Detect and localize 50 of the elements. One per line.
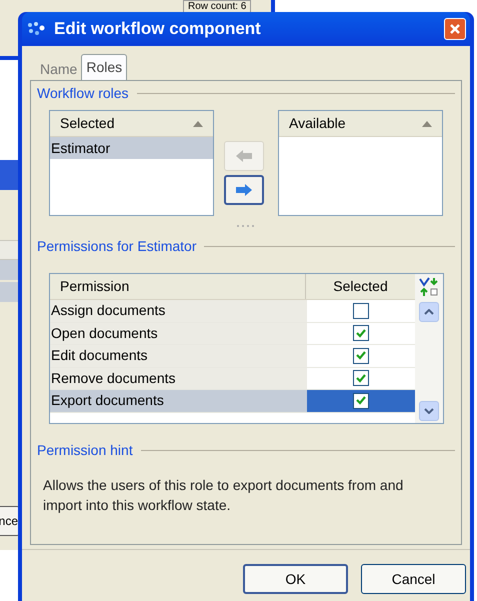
tab[interactable]: Roles [81, 54, 128, 80]
checkbox[interactable] [353, 348, 369, 364]
left-arrow-icon [234, 148, 254, 164]
table-row[interactable]: Open documents [50, 322, 415, 345]
splitter-handle[interactable] [236, 224, 256, 228]
table-row[interactable]: Remove documents [50, 368, 415, 390]
close-icon [450, 24, 460, 34]
right-arrow-icon [234, 182, 254, 198]
hint-text: Allows the users of this role to export documents from and import into this workflow state. [43, 476, 404, 515]
table-cell: Assign documents [50, 300, 307, 322]
checkbox[interactable] [353, 392, 369, 409]
column-title: Available [289, 114, 346, 133]
table-cell: Remove documents [50, 368, 307, 389]
dots-icon [26, 21, 46, 37]
list-header[interactable]: Available [279, 111, 442, 137]
check-icon [356, 396, 366, 406]
table-row[interactable]: Export documents [50, 390, 415, 412]
check-icon [356, 328, 366, 338]
checkbox[interactable] [353, 302, 369, 319]
close-button[interactable] [444, 18, 466, 40]
dialog-button[interactable]: Cancel [361, 564, 466, 594]
table-cell: Export documents [50, 390, 307, 412]
scroll-up-button[interactable] [419, 302, 439, 322]
row-count-label: Row count: 6 [183, 0, 252, 13]
checkbox[interactable] [353, 325, 369, 342]
table-cell: Edit documents [50, 345, 307, 366]
sort-arrow-icon [193, 120, 203, 126]
chevron-down-icon [424, 408, 434, 414]
section-title: Workflow roles [37, 84, 129, 103]
sort-arrow-icon [422, 120, 432, 126]
column-header[interactable]: Permission [50, 274, 306, 299]
chevron-up-icon [424, 309, 434, 315]
list-item[interactable]: Estimator [50, 137, 213, 159]
window-title: Edit workflow component [54, 18, 262, 40]
tab[interactable]: Name [36, 58, 82, 80]
table-row[interactable]: Edit documents [50, 345, 415, 368]
list-header[interactable]: Selected [50, 111, 213, 137]
scroll-down-button[interactable] [419, 401, 439, 421]
toggle-checks-icon[interactable] [418, 276, 440, 298]
table-cell: Open documents [50, 322, 307, 344]
section-title: Permission hint [37, 441, 133, 460]
move-right-button[interactable] [224, 175, 264, 205]
check-icon [356, 374, 366, 383]
section-title: Permissions for Estimator [37, 237, 196, 256]
dialog-button[interactable]: OK [243, 564, 348, 594]
table-row[interactable]: Assign documents [50, 300, 415, 322]
column-title: Selected [60, 114, 114, 133]
column-header[interactable]: Selected [306, 274, 415, 299]
checkbox[interactable] [353, 370, 369, 386]
check-icon [356, 351, 366, 360]
